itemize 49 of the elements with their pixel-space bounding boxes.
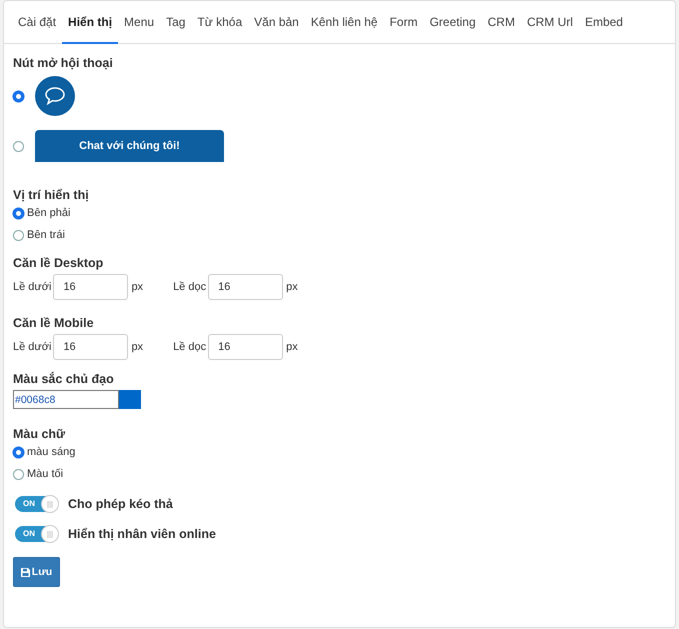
radio-button[interactable] <box>13 140 24 152</box>
color-input[interactable]: #0068c8 <box>13 390 119 409</box>
radio-label: Bên phải <box>27 207 70 219</box>
input-field[interactable]: 16 <box>208 334 284 360</box>
tab[interactable]: Hiển thị <box>62 1 118 44</box>
tab[interactable]: CRM Url <box>520 1 579 44</box>
tab[interactable]: Kênh liên hệ <box>304 1 384 44</box>
field-label: Lề dọc <box>173 341 206 353</box>
tab[interactable]: Văn bản <box>248 1 305 44</box>
field-label: Lề dọc <box>173 281 206 293</box>
section-title: Vị trí hiển thị <box>13 188 90 202</box>
radio-button[interactable] <box>13 230 24 240</box>
unit-label: px <box>131 281 144 293</box>
section-title: Căn lề Desktop <box>13 256 104 270</box>
tab[interactable]: Form <box>384 1 424 44</box>
grip-icon <box>47 530 53 538</box>
chat-button-preview[interactable]: Chat với chúng tôi! <box>35 130 224 162</box>
unit-label: px <box>131 341 144 353</box>
speech-bubble-icon <box>44 86 66 106</box>
radio-button[interactable] <box>13 468 24 480</box>
section-title: Nút mở hội thoại <box>13 56 114 70</box>
tab[interactable]: Từ khóa <box>191 1 248 44</box>
radio-button[interactable] <box>13 446 24 458</box>
unit-label: px <box>286 341 298 353</box>
radio-button[interactable] <box>13 208 24 218</box>
section-title: Màu chữ <box>13 427 66 441</box>
section-title: Căn lề Mobile <box>13 316 95 330</box>
radio-label: màu sáng <box>27 446 76 458</box>
field-label: Lề dưới <box>13 341 52 353</box>
toggle-label: Cho phép kéo thả <box>68 497 173 511</box>
unit-label: px <box>286 281 298 293</box>
field-label: Lề dưới <box>13 281 52 293</box>
tab[interactable]: CRM <box>482 1 521 44</box>
tab[interactable]: Menu <box>118 1 160 44</box>
color-swatch[interactable] <box>119 390 141 409</box>
grip-icon <box>47 500 53 508</box>
tab[interactable]: Cài đặt <box>12 1 62 44</box>
input-field[interactable]: 16 <box>53 334 128 360</box>
save-button[interactable]: Lưu <box>13 557 60 587</box>
radio-label: Màu tối <box>27 468 64 480</box>
toggle-label: Hiển thị nhân viên online <box>68 527 216 541</box>
tab[interactable]: Embed <box>578 1 629 44</box>
section-title: Màu sắc chủ đạo <box>13 372 115 386</box>
radio-label: Bên trái <box>27 229 65 241</box>
input-field[interactable]: 16 <box>53 274 128 300</box>
input-field[interactable]: 16 <box>208 274 284 300</box>
radio-button[interactable] <box>13 90 24 102</box>
tab[interactable]: Greeting <box>424 1 482 44</box>
tab[interactable]: Tag <box>160 1 192 44</box>
